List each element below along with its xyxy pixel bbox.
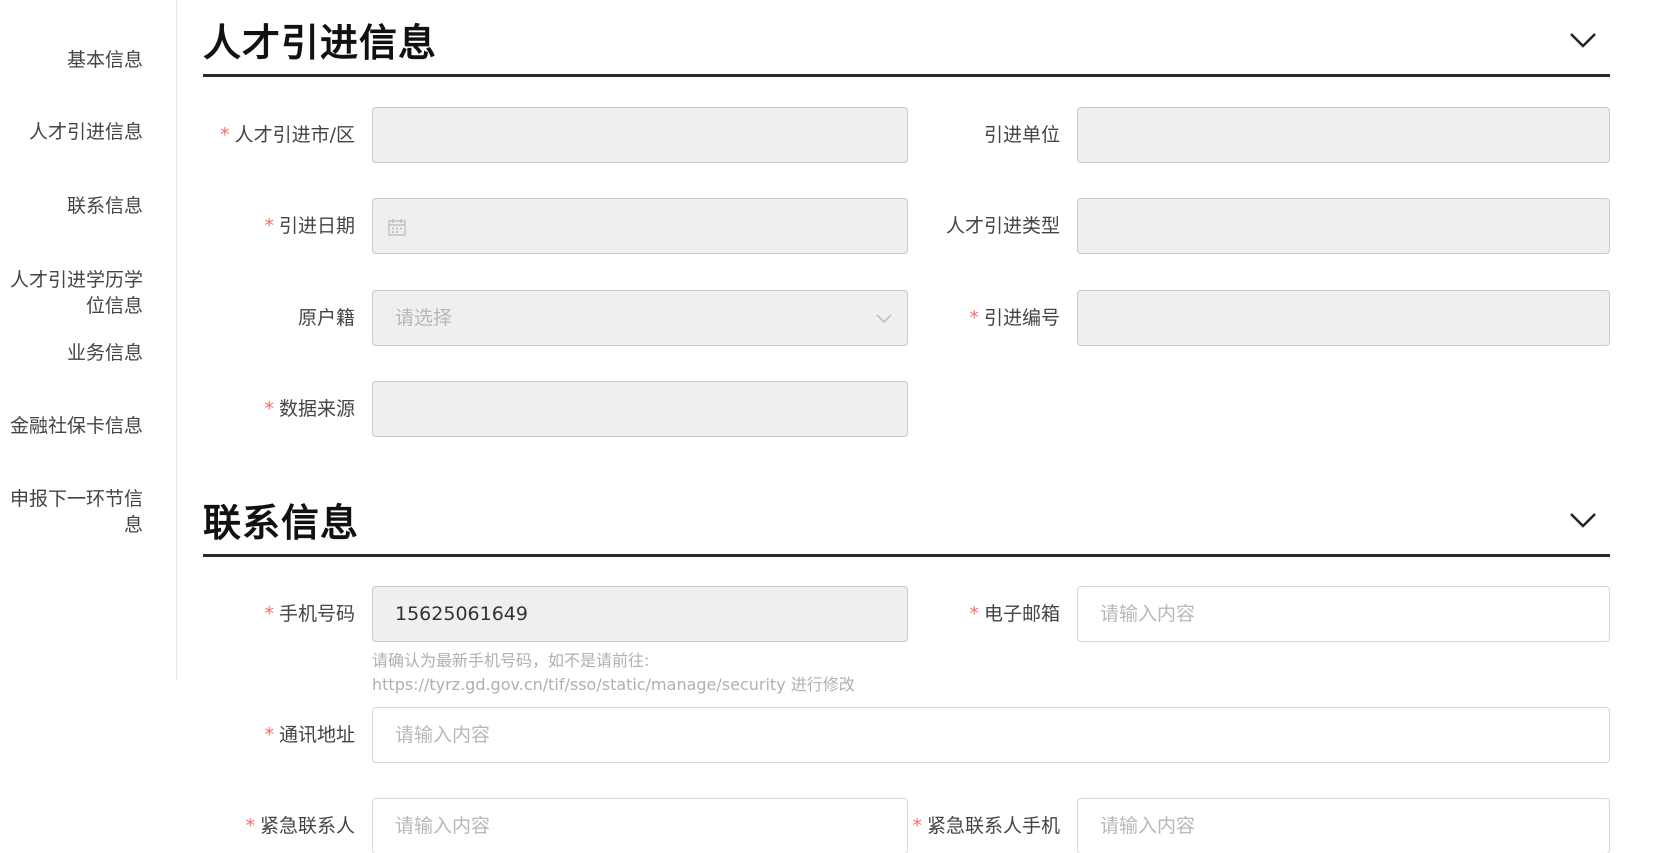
sidebar-item-contact-info[interactable]: 联系信息 bbox=[3, 193, 143, 219]
sidebar-item-business-info[interactable]: 业务信息 bbox=[3, 340, 143, 366]
talent-type-field bbox=[1077, 198, 1610, 254]
field-label-email: * 电子邮箱 bbox=[969, 603, 1060, 625]
sidebar-item-label: 人才引进信息 bbox=[28, 121, 143, 143]
data-source-field bbox=[372, 381, 908, 437]
field-label-emergency-name: * 紧急联系人 bbox=[245, 815, 355, 837]
field-label-emergency-phone: * 紧急联系人手机 bbox=[912, 815, 1060, 837]
sidebar-item-label: 申报下一环节信 bbox=[9, 488, 143, 510]
field-label-number: * 引进编号 bbox=[969, 307, 1060, 329]
sidebar-item-label: 人才引进学历学 bbox=[9, 269, 143, 291]
sidebar-nav: 基本信息 人才引进信息 联系信息 人才引进学历学 位信息 业务信息 金融社保卡信… bbox=[0, 0, 177, 680]
sidebar-item-basic-info[interactable]: 基本信息 bbox=[3, 47, 143, 73]
sidebar-item-talent-info[interactable]: 人才引进信息 bbox=[3, 119, 143, 145]
talent-date-field bbox=[372, 198, 908, 254]
section-divider bbox=[203, 554, 1610, 557]
sidebar-item-label: 息 bbox=[123, 514, 143, 536]
field-label-unit: 引进单位 bbox=[983, 124, 1060, 146]
field-label-hukou: 原户籍 bbox=[297, 307, 355, 329]
phone-hint-link[interactable]: https://tyrz.gd.gov.cn/tif/sso/static/ma… bbox=[372, 673, 855, 697]
talent-number-field bbox=[1077, 290, 1610, 346]
sidebar-item-label: 位信息 bbox=[85, 295, 143, 317]
phone-field: 15625061649 bbox=[372, 586, 908, 642]
sidebar-item-label: 联系信息 bbox=[66, 195, 143, 217]
sidebar-item-label: 业务信息 bbox=[66, 342, 143, 364]
sidebar-item-social-security-card[interactable]: 金融社保卡信息 bbox=[3, 413, 143, 439]
talent-city-field bbox=[372, 107, 908, 163]
emergency-contact-input[interactable]: 请输入内容 bbox=[372, 798, 908, 853]
hukou-select[interactable]: 请选择 bbox=[372, 290, 908, 346]
email-input[interactable]: 请输入内容 bbox=[1077, 586, 1610, 642]
chevron-down-icon[interactable] bbox=[1568, 510, 1598, 530]
sidebar-item-next-step[interactable]: 申报下一环节信 息 bbox=[3, 486, 143, 538]
phone-hint: 请确认为最新手机号码，如不是请前往: https://tyrz.gd.gov.c… bbox=[372, 649, 855, 697]
chevron-down-icon[interactable] bbox=[1568, 30, 1598, 50]
sidebar-item-education-info[interactable]: 人才引进学历学 位信息 bbox=[3, 267, 143, 319]
field-label-type: 人才引进类型 bbox=[945, 215, 1060, 237]
field-label-phone: * 手机号码 bbox=[264, 603, 355, 625]
section-title-contact: 联系信息 bbox=[203, 501, 360, 545]
talent-unit-field bbox=[1077, 107, 1610, 163]
section-divider bbox=[203, 74, 1610, 77]
calendar-icon bbox=[388, 219, 406, 236]
field-label-address: * 通讯地址 bbox=[264, 724, 355, 746]
address-input[interactable]: 请输入内容 bbox=[372, 707, 1610, 763]
sidebar-item-label: 金融社保卡信息 bbox=[9, 415, 143, 437]
emergency-phone-input[interactable]: 请输入内容 bbox=[1077, 798, 1610, 853]
section-title-talent: 人才引进信息 bbox=[203, 21, 438, 65]
field-label-date: * 引进日期 bbox=[264, 215, 355, 237]
field-label-city: * 人才引进市/区 bbox=[220, 124, 355, 146]
sidebar-item-label: 基本信息 bbox=[66, 49, 143, 71]
field-label-source: * 数据来源 bbox=[264, 398, 355, 420]
page: 基本信息 人才引进信息 联系信息 人才引进学历学 位信息 业务信息 金融社保卡信… bbox=[0, 0, 1657, 853]
